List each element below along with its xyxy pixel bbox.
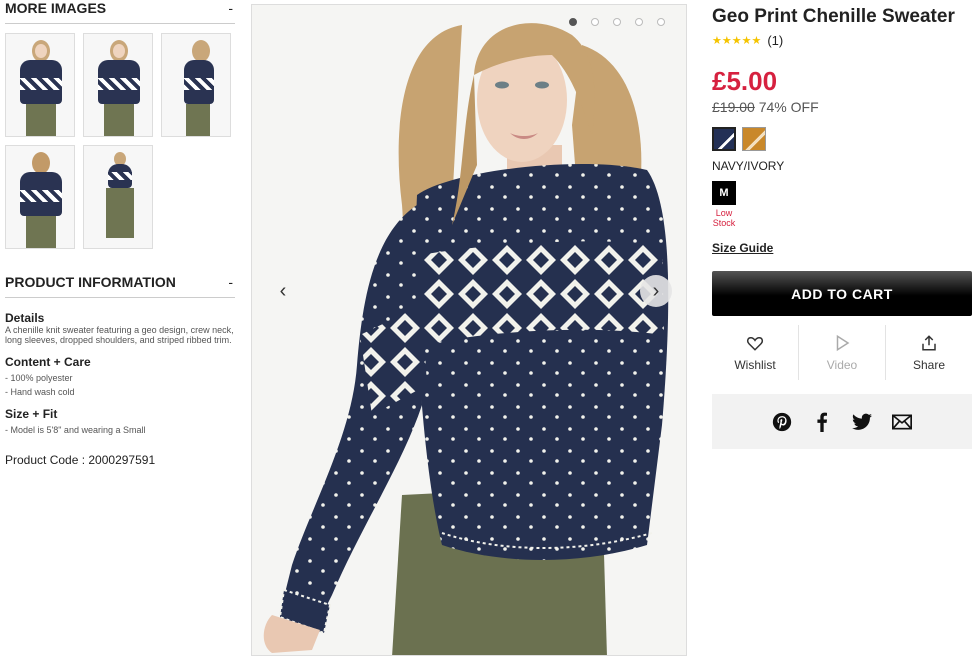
wishlist-button[interactable]: Wishlist (712, 325, 798, 380)
product-code: Product Code : 2000297591 (5, 453, 156, 467)
carousel-dot[interactable] (569, 18, 577, 26)
add-to-cart-button[interactable]: ADD TO CART (712, 271, 972, 316)
fit-section: Size + Fit - Model is 5'8" and wearing a… (5, 407, 235, 435)
original-price: £19.00 (712, 99, 755, 115)
carousel-dot[interactable] (591, 18, 599, 26)
social-share-bar (712, 394, 972, 449)
video-button[interactable]: Video (798, 325, 885, 380)
thumbnail-5[interactable] (83, 145, 153, 249)
facebook-icon[interactable] (811, 411, 833, 433)
model-photo (252, 5, 686, 655)
carousel-dots (569, 18, 665, 26)
product-info-heading: PRODUCT INFORMATION (5, 274, 176, 290)
rating[interactable]: ★★★★★ (1) (712, 33, 972, 48)
carousel-dot[interactable] (613, 18, 621, 26)
care-title: Content + Care (5, 355, 91, 369)
fit-title: Size + Fit (5, 407, 58, 421)
thumbnail-3[interactable] (161, 33, 231, 137)
main-product-image[interactable]: ‹ › (251, 4, 687, 656)
color-swatch-mustard[interactable] (742, 127, 766, 151)
heart-icon (746, 334, 764, 354)
care-section: Content + Care - 100% polyester - Hand w… (5, 355, 235, 397)
product-info-header[interactable]: PRODUCT INFORMATION - (5, 274, 235, 298)
care-item: - 100% polyester (5, 373, 73, 383)
details-title: Details (5, 311, 45, 325)
selected-color: NAVY/IVORY (712, 159, 785, 173)
product-panel: Geo Print Chenille Sweater ★★★★★ (1) £5.… (712, 0, 972, 449)
twitter-icon[interactable] (851, 411, 873, 433)
thumbnail-1[interactable] (5, 33, 75, 137)
care-item: - Hand wash cold (5, 387, 75, 397)
product-title: Geo Print Chenille Sweater (712, 6, 955, 27)
left-column: MORE IMAGES - PRODUCT INFORMATION - Deta… (5, 0, 235, 467)
star-rating-icon: ★★★★★ (712, 35, 762, 47)
carousel-dot[interactable] (657, 18, 665, 26)
carousel-dot[interactable] (635, 18, 643, 26)
share-icon (920, 334, 938, 354)
thumbnail-2[interactable] (83, 33, 153, 137)
pinterest-icon[interactable] (771, 411, 793, 433)
share-label: Share (912, 357, 946, 372)
size-option-m[interactable]: M (712, 181, 736, 205)
review-count[interactable]: (1) (767, 33, 783, 48)
thumbnail-4[interactable] (5, 145, 75, 249)
product-info-toggle[interactable]: - (228, 274, 233, 290)
more-images-toggle[interactable]: - (228, 0, 233, 16)
color-swatches (712, 127, 972, 151)
more-images-header[interactable]: MORE IMAGES - (5, 0, 235, 24)
thumbnail-grid (5, 33, 245, 249)
share-button[interactable]: Share (885, 325, 972, 380)
price-row: £19.00 74% OFF (712, 99, 972, 115)
fit-item: - Model is 5'8" and wearing a Small (5, 425, 146, 435)
wishlist-label: Wishlist (734, 357, 776, 372)
details-text: A chenille knit sweater featuring a geo … (5, 325, 234, 345)
play-icon (833, 334, 851, 354)
video-label: Video (826, 357, 858, 372)
more-images-heading: MORE IMAGES (5, 0, 107, 16)
discount-text: 74% OFF (758, 99, 819, 115)
size-guide-link[interactable]: Size Guide (712, 241, 773, 255)
email-icon[interactable] (891, 411, 913, 433)
chevron-right-icon[interactable]: › (640, 275, 672, 307)
details-section: Details A chenille knit sweater featurin… (5, 311, 235, 345)
stock-status: Low Stock (712, 208, 736, 228)
action-row: Wishlist Video Share (712, 325, 972, 380)
sale-price: £5.00 (712, 66, 778, 96)
chevron-left-icon[interactable]: ‹ (267, 275, 299, 307)
color-swatch-navy[interactable] (712, 127, 736, 151)
